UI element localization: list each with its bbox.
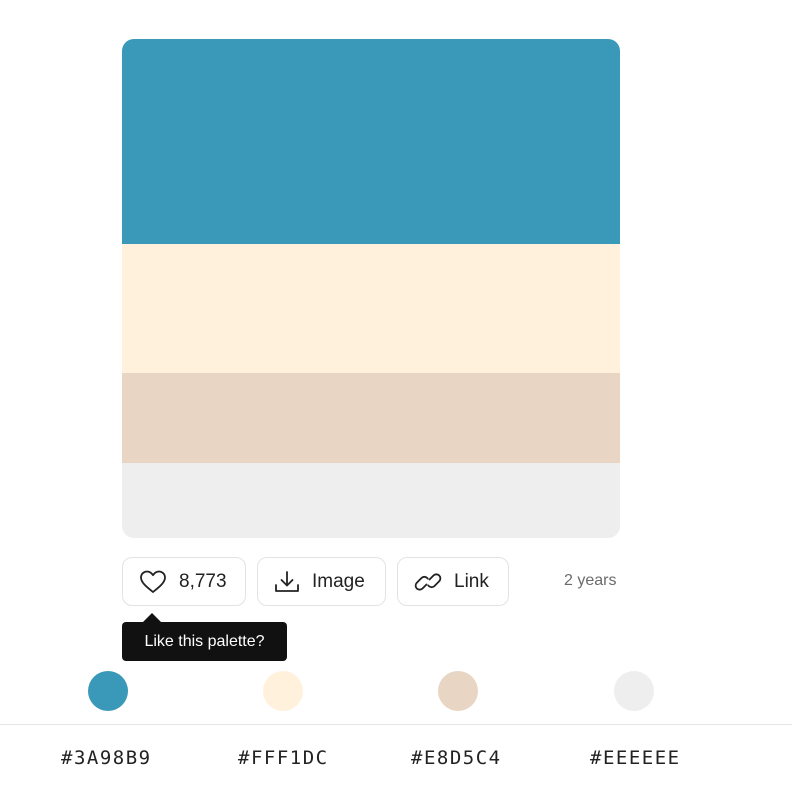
- tooltip-text: Like this palette?: [144, 632, 265, 650]
- tooltip-arrow: [143, 613, 161, 622]
- link-icon: [414, 572, 442, 591]
- palette-color-band[interactable]: [122, 463, 620, 538]
- palette-page: 8,773 Image Link 2 years Like this palet…: [0, 0, 792, 785]
- color-swatch[interactable]: [263, 671, 303, 711]
- color-swatch[interactable]: [614, 671, 654, 711]
- like-tooltip: Like this palette?: [122, 622, 287, 661]
- palette-preview[interactable]: [122, 39, 620, 538]
- palette-color-band[interactable]: [122, 373, 620, 463]
- like-button[interactable]: 8,773: [122, 557, 246, 606]
- download-image-button[interactable]: Image: [257, 557, 386, 606]
- hex-code[interactable]: #EEEEEE: [590, 747, 681, 769]
- heart-icon: [140, 570, 166, 593]
- download-icon: [275, 570, 299, 592]
- palette-color-band[interactable]: [122, 39, 620, 244]
- palette-age: 2 years: [564, 572, 617, 589]
- palette-color-band[interactable]: [122, 244, 620, 373]
- image-label: Image: [312, 570, 365, 592]
- hex-code[interactable]: #E8D5C4: [411, 747, 502, 769]
- color-swatch[interactable]: [438, 671, 478, 711]
- link-label: Link: [454, 570, 489, 592]
- copy-link-button[interactable]: Link: [397, 557, 509, 606]
- divider: [0, 724, 792, 725]
- like-count: 8,773: [179, 570, 227, 592]
- hex-code[interactable]: #3A98B9: [61, 747, 152, 769]
- hex-code[interactable]: #FFF1DC: [238, 747, 329, 769]
- color-swatch[interactable]: [88, 671, 128, 711]
